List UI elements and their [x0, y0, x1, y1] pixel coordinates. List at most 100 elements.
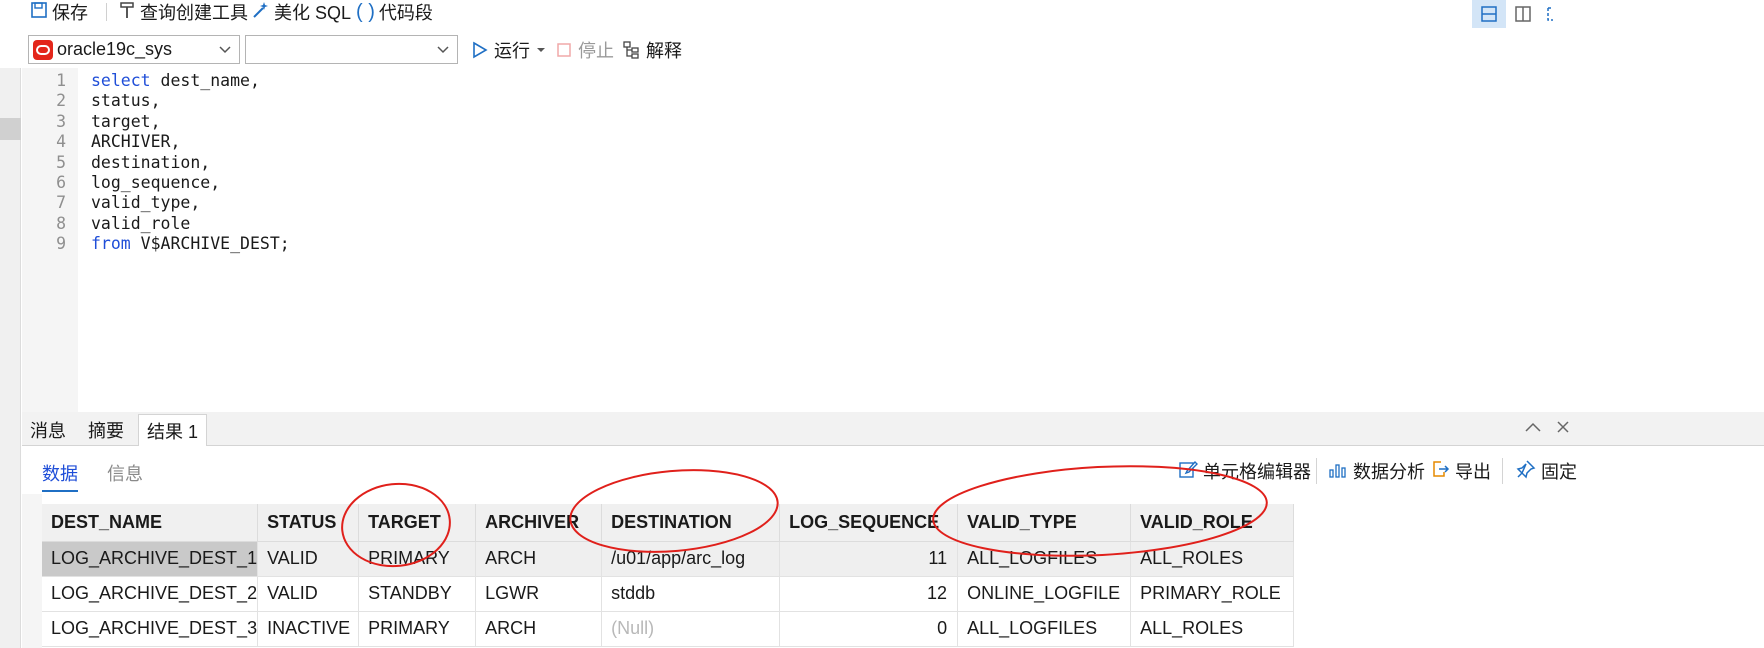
- column-header-destination[interactable]: DESTINATION: [601, 504, 781, 542]
- table-cell[interactable]: ALL_LOGFILES: [957, 541, 1132, 577]
- table-cell[interactable]: ONLINE_LOGFILE: [957, 576, 1132, 612]
- table-row[interactable]: LOG_ARCHIVE_DEST_1 VALID PRIMARY ARCH /u…: [42, 541, 1295, 577]
- table-cell[interactable]: LOG_ARCHIVE_DEST_3: [42, 611, 259, 647]
- line-number: 9: [56, 234, 66, 254]
- column-header-valid-role[interactable]: VALID_ROLE: [1130, 504, 1295, 542]
- tool-divider: [1502, 458, 1503, 484]
- bracket-icon: [1547, 7, 1553, 21]
- data-analysis-button[interactable]: 数据分析: [1328, 458, 1425, 484]
- tab-result-1[interactable]: 结果 1: [138, 414, 208, 446]
- table-cell[interactable]: ARCH: [475, 611, 603, 647]
- pin-label: 固定: [1541, 462, 1577, 482]
- subtab-data[interactable]: 数据: [42, 460, 78, 492]
- column-header-target[interactable]: TARGET: [358, 504, 477, 542]
- column-header-valid-type[interactable]: VALID_TYPE: [957, 504, 1132, 542]
- header-row: DEST_NAME STATUS TARGET ARCHIVER DESTINA…: [42, 504, 1295, 542]
- table-cell[interactable]: stddb: [601, 576, 781, 612]
- code-text: destination,: [91, 152, 211, 172]
- layout-toggle-group: [1472, 0, 1560, 28]
- tab-summary-label: 摘要: [88, 421, 124, 441]
- export-button[interactable]: 导出: [1430, 458, 1491, 484]
- vertical-split-button[interactable]: [1506, 0, 1540, 28]
- column-header-status[interactable]: STATUS: [257, 504, 360, 542]
- vertical-split-icon: [1515, 6, 1531, 22]
- snippet-button[interactable]: ( ) 代码段: [356, 0, 433, 24]
- table-cell[interactable]: VALID: [257, 576, 360, 612]
- result-table: DEST_NAME STATUS TARGET ARCHIVER DESTINA…: [42, 504, 1295, 647]
- connection-select-value: oracle19c_sys: [57, 39, 173, 59]
- data-analysis-label: 数据分析: [1353, 462, 1425, 482]
- table-cell[interactable]: INACTIVE: [257, 611, 360, 647]
- table-cell[interactable]: 12: [779, 576, 959, 612]
- chevron-down-icon: [437, 42, 449, 58]
- horizontal-split-button[interactable]: [1472, 0, 1506, 28]
- chevron-down-icon: [219, 42, 231, 58]
- tab-messages[interactable]: 消息: [22, 414, 74, 446]
- left-side-strip: [0, 68, 21, 648]
- table-row[interactable]: LOG_ARCHIVE_DEST_3 INACTIVE PRIMARY ARCH…: [42, 611, 1295, 647]
- tool-divider: [1316, 458, 1317, 484]
- table-row[interactable]: LOG_ARCHIVE_DEST_2 VALID STANDBY LGWR st…: [42, 576, 1295, 612]
- explain-button[interactable]: 解释: [622, 38, 682, 62]
- sql-editor[interactable]: 1 select dest_name, 2 status, 3 target, 4 ARCHI…: [22, 68, 1764, 412]
- save-label: 保存: [52, 3, 88, 23]
- table-cell[interactable]: ALL_ROLES: [1130, 611, 1295, 647]
- code-line: from V$ARCHIVE_DEST;: [91, 232, 290, 255]
- column-header-dest-name[interactable]: DEST_NAME: [42, 504, 259, 542]
- tab-messages-label: 消息: [30, 421, 66, 441]
- table-cell[interactable]: ALL_ROLES: [1130, 541, 1295, 577]
- table-cell[interactable]: PRIMARY_ROLE: [1130, 576, 1295, 612]
- result-tab-bar: 消息 摘要 结果 1: [22, 412, 1764, 446]
- connection-bar: oracle19c_sys 运行 停止 解释: [0, 30, 1764, 68]
- table-cell[interactable]: /u01/app/arc_log: [601, 541, 781, 577]
- collapse-up-icon[interactable]: [1524, 418, 1542, 439]
- tab-result-1-label: 结果 1: [147, 421, 199, 442]
- tab-summary[interactable]: 摘要: [80, 414, 132, 446]
- query-builder-button[interactable]: 查询创建工具: [118, 0, 248, 24]
- export-label: 导出: [1455, 462, 1491, 482]
- stop-label: 停止: [578, 41, 614, 61]
- code-text: valid_role: [91, 213, 191, 233]
- parentheses-icon: ( ): [356, 0, 375, 23]
- table-cell[interactable]: LGWR: [475, 576, 603, 612]
- connection-select[interactable]: oracle19c_sys: [28, 35, 240, 64]
- more-layout-button[interactable]: [1540, 0, 1560, 28]
- table-cell[interactable]: 11: [779, 541, 959, 577]
- schema-select[interactable]: [245, 35, 458, 64]
- explain-label: 解释: [646, 41, 682, 61]
- explain-icon: [623, 41, 639, 59]
- code-text: target,: [91, 111, 161, 131]
- export-icon: [1430, 459, 1450, 484]
- column-header-archiver[interactable]: ARCHIVER: [475, 504, 603, 542]
- main-toolbar: 保存 查询创建工具 美化 SQL ( ) 代码段: [0, 0, 1764, 28]
- horizontal-split-icon: [1481, 6, 1497, 22]
- table-cell[interactable]: 0: [779, 611, 959, 647]
- cell-editor-button[interactable]: 单元格编辑器: [1178, 458, 1311, 484]
- beautify-sql-label: 美化 SQL: [274, 3, 352, 23]
- close-icon[interactable]: [1556, 418, 1570, 439]
- run-button[interactable]: 运行: [472, 38, 530, 62]
- table-cell[interactable]: STANDBY: [358, 576, 477, 612]
- column-header-log-sequence[interactable]: LOG_SEQUENCE: [779, 504, 959, 542]
- table-cell[interactable]: (Null): [601, 611, 781, 647]
- row-header-strip: [22, 494, 42, 648]
- subtab-info[interactable]: 信息: [107, 460, 143, 486]
- table-cell[interactable]: PRIMARY: [358, 611, 477, 647]
- code-text: dest_name,: [150, 71, 260, 90]
- side-marker: [0, 118, 21, 140]
- hammer-icon: [118, 1, 136, 24]
- beautify-sql-button[interactable]: 美化 SQL: [250, 0, 351, 24]
- table-cell[interactable]: PRIMARY: [358, 541, 477, 577]
- save-button[interactable]: 保存: [30, 0, 88, 24]
- table-cell[interactable]: LOG_ARCHIVE_DEST_2: [42, 576, 259, 612]
- pin-button[interactable]: 固定: [1516, 458, 1577, 484]
- table-cell[interactable]: VALID: [257, 541, 360, 577]
- result-subbar: 数据 信息 单元格编辑器 数据分析 导出 固定: [22, 446, 1764, 494]
- play-icon: [473, 41, 488, 59]
- stop-button[interactable]: 停止: [556, 38, 614, 62]
- table-cell[interactable]: LOG_ARCHIVE_DEST_1: [42, 541, 259, 577]
- run-options-dropdown[interactable]: [536, 38, 546, 62]
- edit-icon: [1178, 459, 1198, 484]
- table-cell[interactable]: ARCH: [475, 541, 603, 577]
- table-cell[interactable]: ALL_LOGFILES: [957, 611, 1132, 647]
